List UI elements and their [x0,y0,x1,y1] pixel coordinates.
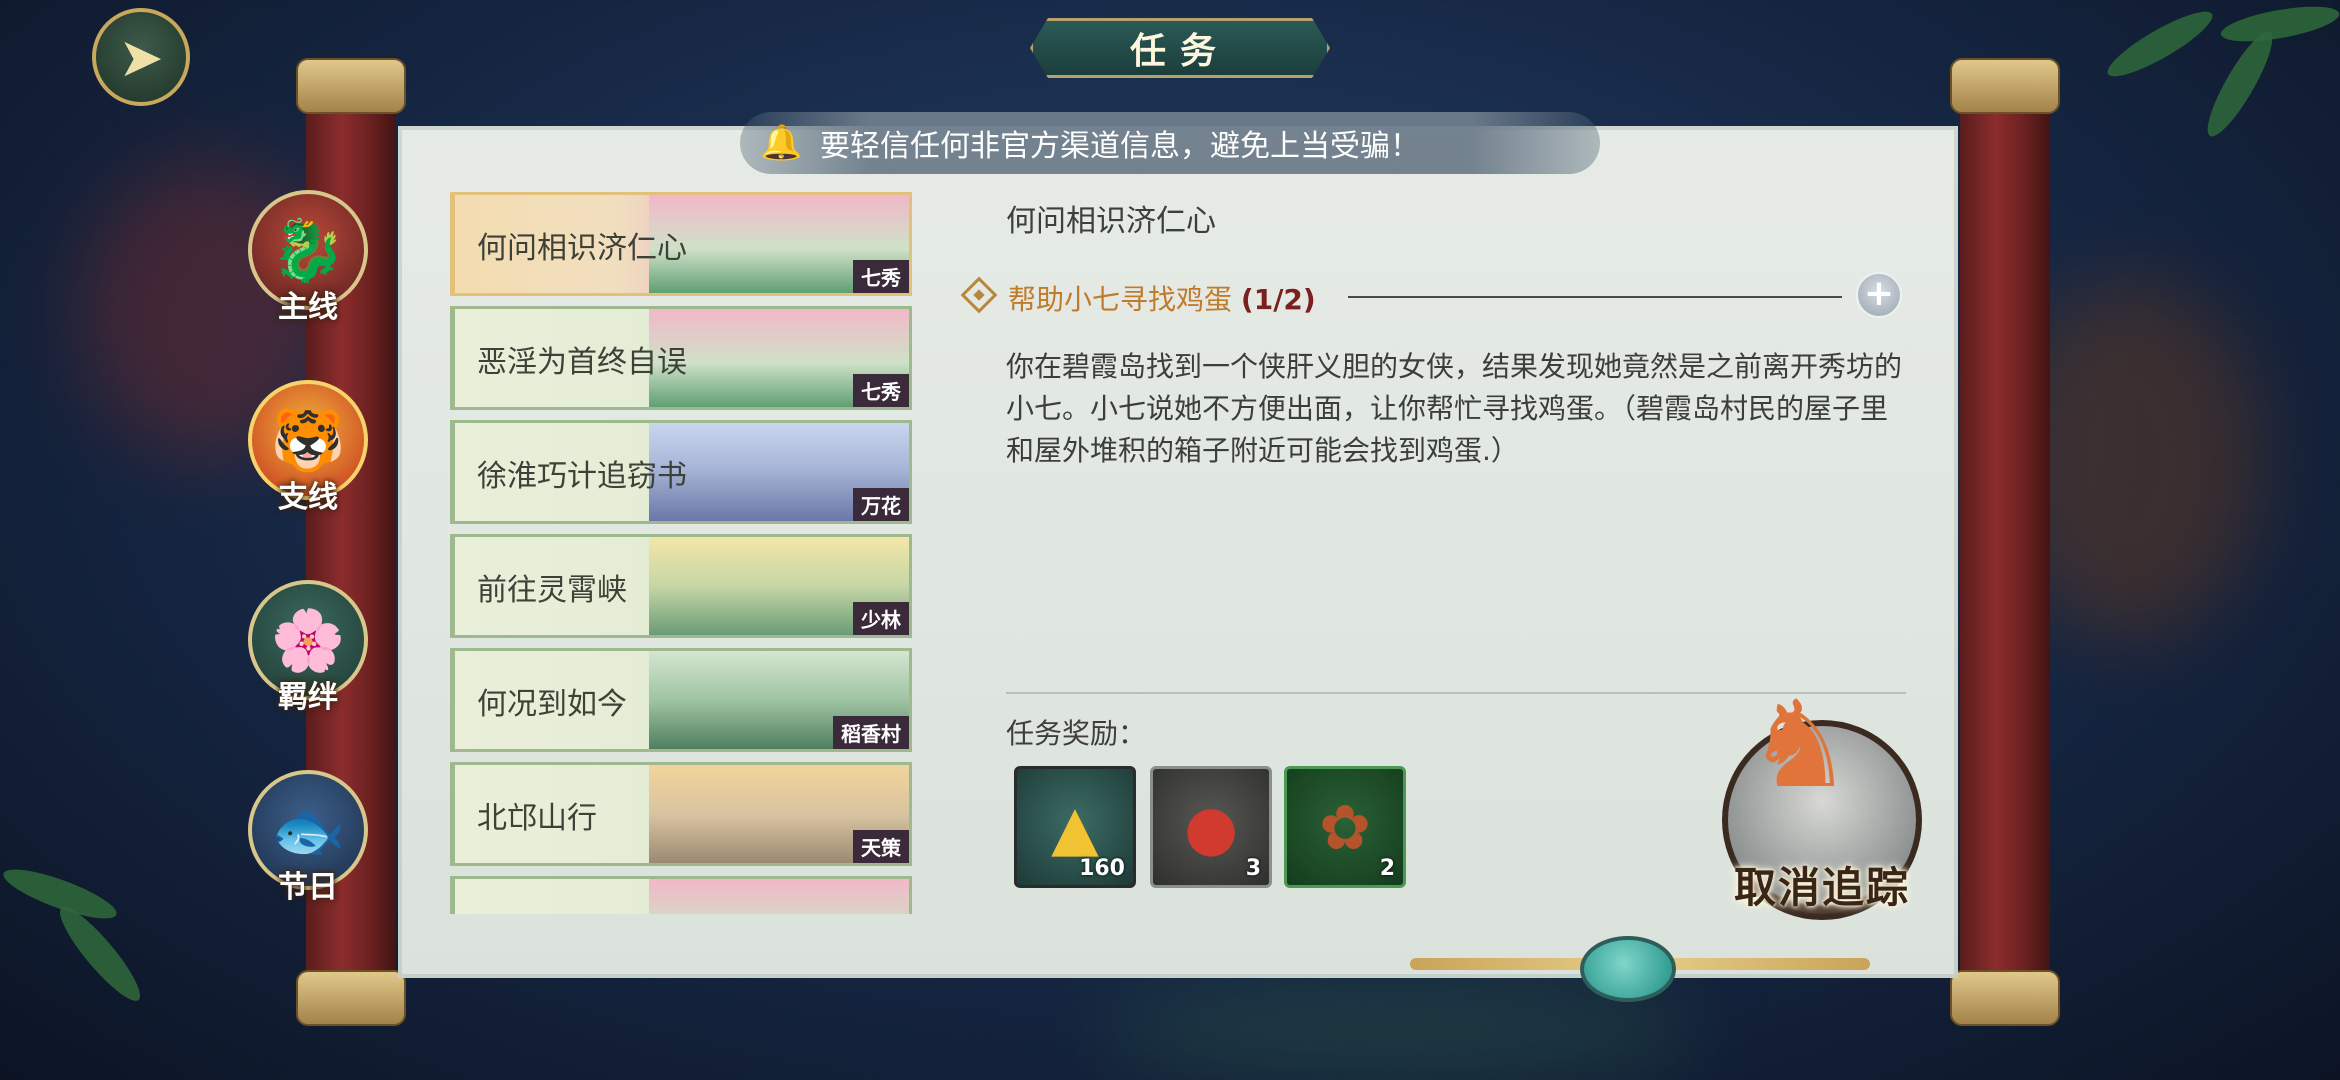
nav-label: 支线 [278,480,338,515]
sect-tag: 稻香村 [833,716,909,749]
reward-item-gold-ingot[interactable]: ▲ 160 [1014,766,1136,888]
quest-list-item-partial[interactable] [450,876,912,914]
expand-plus-button[interactable]: + [1856,272,1902,318]
scroll-rod-right [1960,60,2050,1020]
quest-name: 徐淮巧计追窃书 [477,459,687,494]
objective-divider [1348,296,1842,298]
sect-tag: 七秀 [853,374,909,407]
quest-name: 何况到如今 [477,687,627,722]
reward-quantity: 2 [1379,856,1395,881]
quest-name: 北邙山行 [477,801,597,836]
reward-item-firefly[interactable]: ✿ 2 [1284,766,1406,888]
sect-tag: 七秀 [853,260,909,293]
nav-side-quest[interactable]: 🐯 支线 [244,380,372,530]
objective-count: (1/2) [1240,283,1316,316]
quest-list-item[interactable]: 何问相识济仁心 七秀 [450,192,912,296]
anti-fraud-notice: 🔔 要轻信任何非官方渠道信息，避免上当受骗！ [740,112,1600,174]
nav-label: 节日 [278,870,338,905]
jade-pendant-icon [1580,936,1676,1002]
jade-ornament-decoration [1410,936,1870,1006]
back-arrow-icon: ➤ [118,25,164,89]
quest-list-item[interactable]: 北邙山行 天策 [450,762,912,866]
bamboo-leaf-decoration [2197,25,2283,143]
back-button[interactable]: ➤ [92,8,190,106]
sect-tag: 万花 [853,488,909,521]
quest-description: 你在碧霞岛找到一个侠肝义胆的女侠，结果发现她竟然是之前离开秀坊的小七。小七说她不… [1006,350,1903,467]
quest-name: 恶淫为首终自误 [477,345,687,380]
scroll-rod-cap [296,970,406,1026]
scroll-rod-cap [1950,970,2060,1026]
bell-icon: 🔔 [760,123,803,163]
quest-detail-title: 何问相识济仁心 [1006,204,1216,239]
reward-item-red-pill[interactable]: ● 3 [1150,766,1272,888]
sect-tag: 少林 [853,602,909,635]
quest-objective: 帮助小七寻找鸡蛋 (1/2) + [960,272,1908,320]
notice-text: 要轻信任何非官方渠道信息，避免上当受骗！ [820,129,1420,164]
reward-quantity: 160 [1079,856,1125,881]
horse-icon: ♞ [1746,676,1854,815]
quest-name: 何问相识济仁心 [477,231,687,266]
nav-label: 主线 [278,290,338,325]
sect-tag: 天策 [853,830,909,863]
bamboo-leaf-decoration [2101,1,2219,87]
reward-quantity: 3 [1245,856,1261,881]
quest-list-item[interactable]: 恶淫为首终自误 七秀 [450,306,912,410]
nav-label: 羁绊 [278,680,338,715]
page-title: 任务 [1030,18,1330,78]
nav-bond-quest[interactable]: 🌸 羁绊 [244,580,372,730]
quest-name: 前往灵霄峡 [477,573,627,608]
cancel-track-label: 取消追踪 [1733,863,1910,912]
quest-list-item[interactable]: 前往灵霄峡 少林 [450,534,912,638]
objective-label: 帮助小七寻找鸡蛋 [1008,283,1233,316]
objective-text: 帮助小七寻找鸡蛋 (1/2) [1008,278,1316,318]
cancel-track-button[interactable]: ♞ 取消追踪 [1706,676,1938,920]
scroll-rod-cap [1950,58,2060,114]
quest-list[interactable]: 何问相识济仁心 七秀 恶淫为首终自误 七秀 徐淮巧计追窃书 万花 前往灵霄峡 少… [450,192,912,914]
objective-diamond-icon [960,276,998,314]
scroll-rod-cap [296,58,406,114]
nav-main-quest[interactable]: 🐉 主线 [244,190,372,340]
quest-list-item[interactable]: 何况到如今 稻香村 [450,648,912,752]
reward-label: 任务奖励： [1006,717,1147,750]
nav-festival-quest[interactable]: 🐟 节日 [244,770,372,920]
quest-list-item[interactable]: 徐淮巧计追窃书 万花 [450,420,912,524]
quest-scenery-image [649,879,909,914]
bamboo-leaf-decoration [2218,0,2340,49]
